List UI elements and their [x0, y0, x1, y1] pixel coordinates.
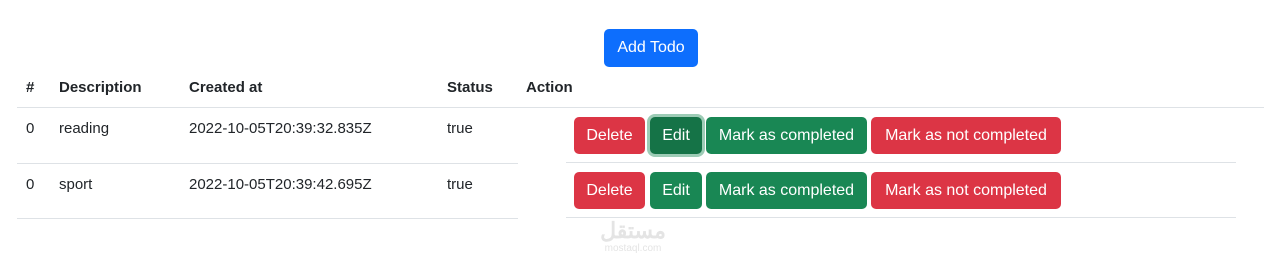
action-row-divider: [566, 162, 1236, 163]
edit-button[interactable]: Edit: [650, 172, 702, 209]
row-status: true: [447, 120, 473, 137]
row-divider: [17, 163, 518, 164]
mark-not-completed-button[interactable]: Mark as not completed: [871, 117, 1061, 154]
mark-completed-button[interactable]: Mark as completed: [706, 172, 867, 209]
row-index: 0: [26, 176, 35, 193]
row-index: 0: [26, 120, 35, 137]
row-created-at: 2022-10-05T20:39:42.695Z: [189, 176, 372, 193]
header-index: #: [26, 79, 35, 96]
watermark-logo: مستقل: [600, 218, 666, 243]
delete-button[interactable]: Delete: [574, 172, 645, 209]
row-description: sport: [59, 176, 93, 193]
mark-not-completed-button[interactable]: Mark as not completed: [871, 172, 1061, 209]
action-row-divider: [566, 217, 1236, 218]
mark-completed-button[interactable]: Mark as completed: [706, 117, 867, 154]
row-description: reading: [59, 120, 110, 137]
edit-button[interactable]: Edit: [650, 117, 702, 154]
header-divider: [17, 107, 1264, 108]
watermark-site: mostaql.com: [604, 243, 662, 254]
header-created-at: Created at: [189, 79, 263, 96]
row-divider: [17, 218, 518, 219]
header-action: Action: [526, 79, 573, 96]
header-description: Description: [59, 79, 142, 96]
row-created-at: 2022-10-05T20:39:32.835Z: [189, 120, 372, 137]
header-status: Status: [447, 79, 493, 96]
row-status: true: [447, 176, 473, 193]
delete-button[interactable]: Delete: [574, 117, 645, 154]
add-todo-button[interactable]: Add Todo: [604, 29, 698, 67]
